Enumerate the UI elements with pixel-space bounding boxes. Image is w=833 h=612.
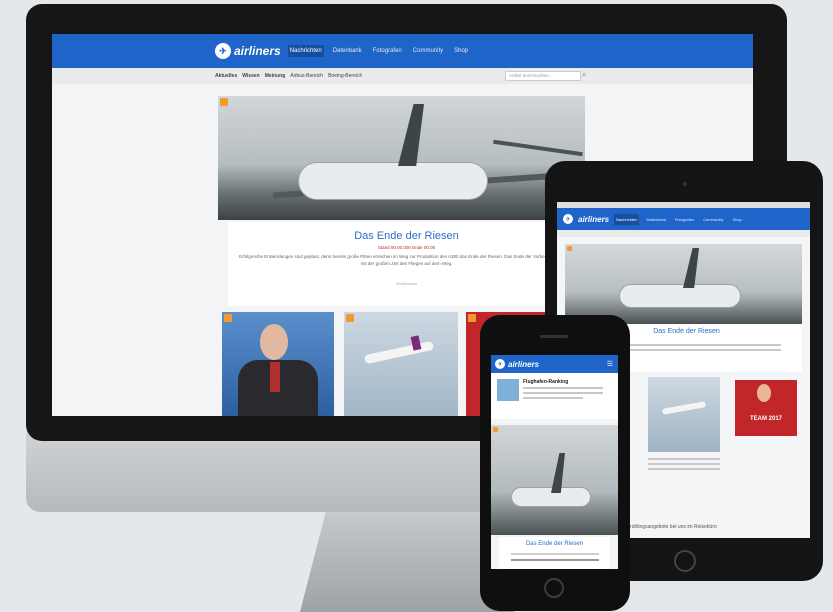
tile-plane-tail: [410, 335, 422, 351]
main-nav: ✈ airliners Nachrichten Datenbank Fotogr…: [52, 34, 753, 68]
tablet-home-button[interactable]: [674, 550, 696, 572]
plane-tail: [398, 104, 424, 166]
nav-item-shop[interactable]: Shop: [452, 45, 470, 57]
subnav-airbus[interactable]: Airbus-Bereich: [290, 73, 323, 79]
text-line: [511, 553, 599, 555]
subnav-boeing[interactable]: Boeing-Bereich: [328, 73, 362, 79]
sub-nav: Aktuelles Wissen Meinung Airbus-Bereich …: [52, 68, 753, 84]
nav-item-community[interactable]: Community: [411, 45, 445, 57]
promo-person-head: [757, 384, 771, 402]
plane-logo-icon: ✈: [215, 43, 231, 59]
tablet-subnav: [557, 230, 810, 237]
featured-article-card[interactable]: Das Ende der Riesen Stand 00.00.000 Ende…: [228, 222, 585, 306]
subnav-aktuelles[interactable]: Aktuelles: [215, 73, 237, 79]
text-line: [511, 559, 599, 561]
nav-item-datenbank[interactable]: Datenbank: [331, 45, 364, 57]
article-tile-person[interactable]: [222, 312, 334, 416]
text-line: [523, 397, 583, 399]
nav-item-fotografen[interactable]: Fotografen: [371, 45, 404, 57]
phone-featured-card[interactable]: Das Ende der Riesen: [499, 537, 610, 569]
phone-plane: [511, 487, 591, 507]
subnav-meinung[interactable]: Meinung: [265, 73, 286, 79]
plane-fuselage: [298, 162, 488, 200]
tablet-footer-text[interactable]: Frühlingsangebote bei uns im Reisebüro: [627, 524, 807, 530]
site-logo[interactable]: ✈ airliners: [215, 43, 281, 59]
tile-badge: [224, 314, 232, 322]
person-tie: [270, 362, 280, 392]
text-line: [523, 387, 603, 389]
featured-body: Erfolgreiche Entwicklungen sind geplant,…: [238, 254, 575, 266]
tablet-featured-image[interactable]: [565, 244, 802, 324]
featured-meta: Stand 00.00.000 Ende 00.00: [377, 245, 436, 250]
tile-badge: [468, 314, 476, 322]
tablet-plane-tail: [683, 248, 699, 288]
category-badge: [220, 98, 228, 106]
plane-logo-icon: ✈: [563, 214, 573, 224]
tablet-tile-text: [648, 458, 720, 488]
phone-screen: ✈ airliners ☰ Flughafen-Ranking Das Ende…: [491, 355, 618, 569]
featured-title[interactable]: Das Ende der Riesen: [228, 230, 585, 242]
search-icon[interactable]: ⌕: [582, 70, 586, 80]
read-more-link[interactable]: Weiterlesen: [228, 281, 585, 286]
text-line: [523, 392, 603, 394]
plane-logo-icon: ✈: [495, 359, 505, 369]
tile-badge: [567, 246, 572, 251]
phone-news-item[interactable]: Flughafen-Ranking: [491, 373, 618, 419]
tablet-nav: ✈ airliners Nachrichten Datenbank Fotogr…: [557, 208, 810, 230]
search-input[interactable]: Artikel durchsuchen...: [505, 71, 581, 81]
tile-plane-body: [661, 401, 707, 415]
nav-item-nachrichten[interactable]: Nachrichten: [287, 45, 324, 57]
second-plane-wing: [493, 139, 583, 157]
news-thumbnail: [497, 379, 519, 401]
tile-plane-body: [363, 340, 435, 365]
subnav-wissen[interactable]: Wissen: [242, 73, 259, 79]
phone-home-button[interactable]: [544, 578, 564, 598]
tablet-camera: [683, 182, 687, 186]
tablet-tile-plane[interactable]: [648, 377, 720, 452]
tile-badge: [346, 314, 354, 322]
article-tile-plane[interactable]: [344, 312, 458, 416]
tablet-plane: [619, 284, 741, 308]
phone-featured-image[interactable]: [491, 425, 618, 535]
person-head: [260, 324, 288, 360]
tile-badge: [493, 427, 498, 432]
menu-icon[interactable]: ☰: [607, 360, 613, 368]
tablet-tile-promo[interactable]: TEAM 2017: [735, 380, 797, 436]
phone-nav: ✈ airliners ☰: [491, 355, 618, 373]
featured-image[interactable]: [218, 96, 585, 220]
phone-speaker: [540, 335, 568, 338]
